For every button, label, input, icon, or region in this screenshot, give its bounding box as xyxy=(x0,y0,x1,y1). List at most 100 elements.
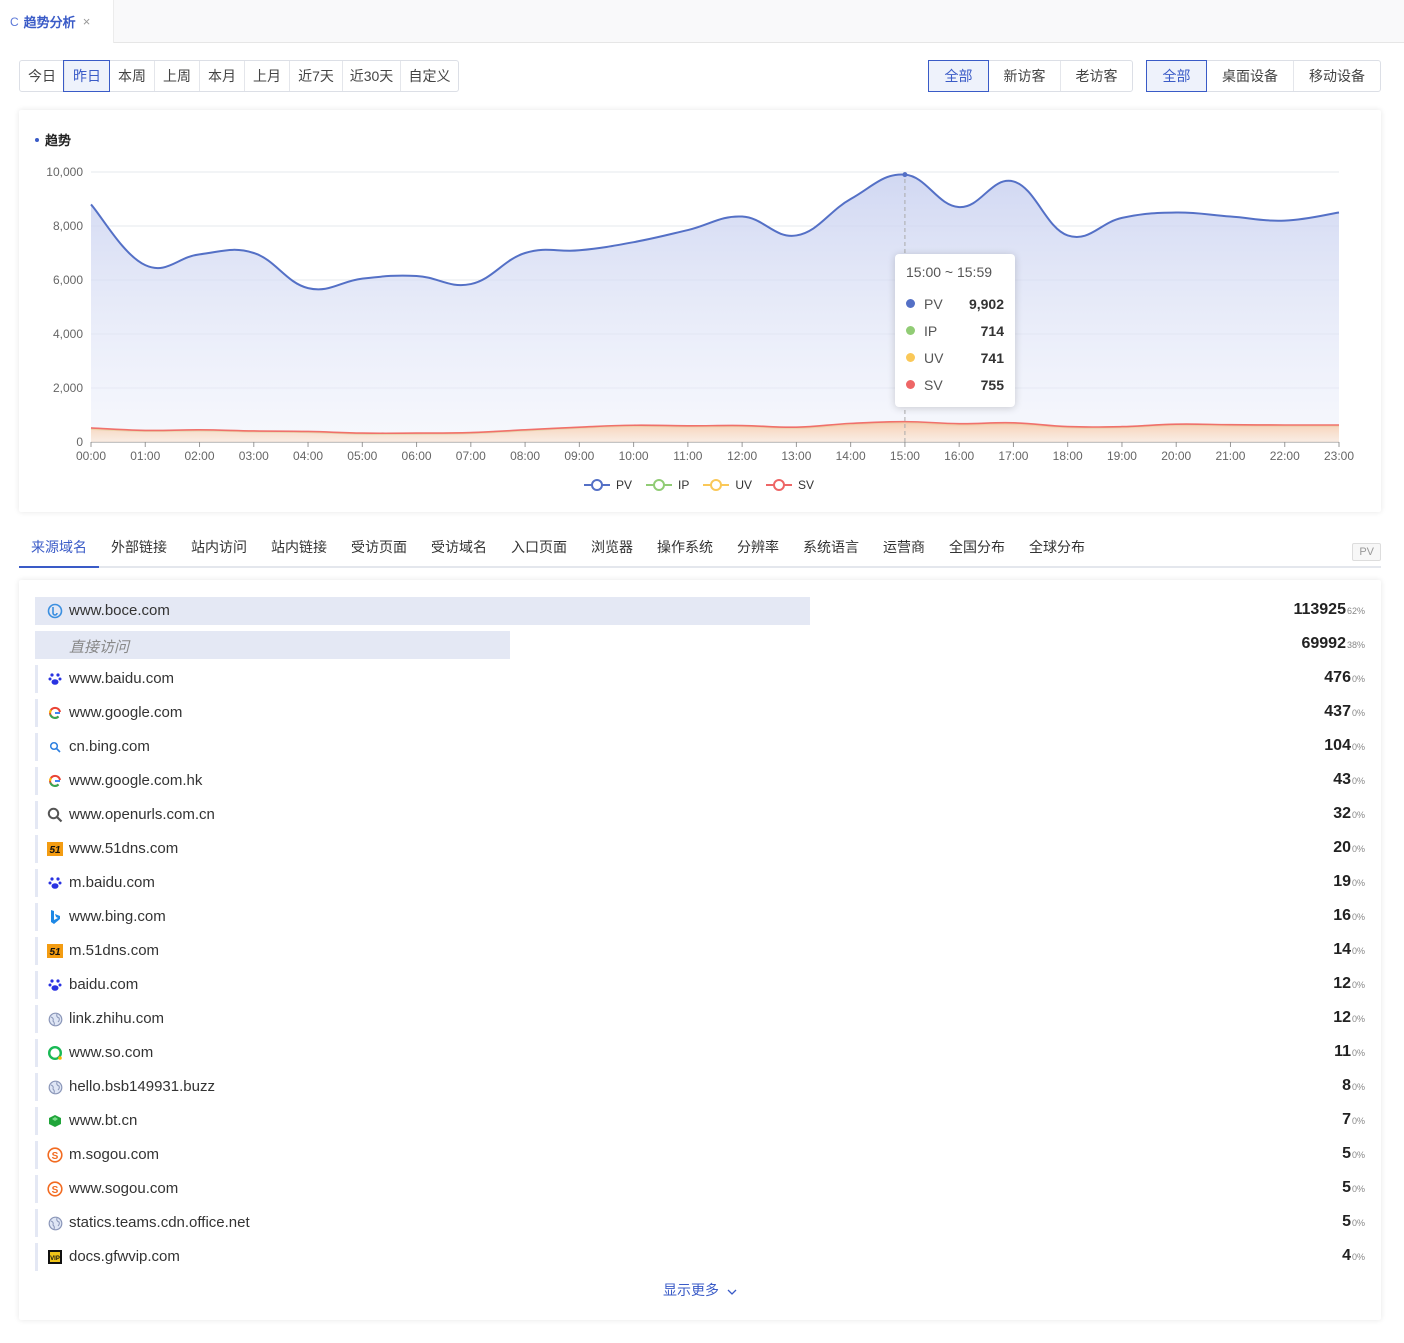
y-tick-label: 2,000 xyxy=(53,381,83,395)
date-range-option-2[interactable]: 本周 xyxy=(109,61,154,91)
source-tab-4[interactable]: 受访页面 xyxy=(339,530,419,566)
device-option-2[interactable]: 移动设备 xyxy=(1293,61,1380,91)
source-percent: 0% xyxy=(1351,1116,1365,1126)
source-tab-1[interactable]: 外部链接 xyxy=(99,530,179,566)
source-count: 16 xyxy=(1333,907,1351,924)
source-domain[interactable]: m.51dns.com xyxy=(69,942,159,959)
tab-trend-analysis[interactable]: C 趋势分析 × xyxy=(0,0,114,43)
trend-chart[interactable]: 0 2,000 4,000 6,000 8,000 10,000 00:00 01:00 02:… xyxy=(19,110,1381,512)
device-option-0[interactable]: 全部 xyxy=(1146,60,1207,92)
show-more-button[interactable]: 显示更多 xyxy=(19,1280,1381,1300)
source-row[interactable]: www.boce.com 113925 62% xyxy=(35,597,1365,625)
source-row[interactable]: www.openurls.com.cn 32 0% xyxy=(35,801,1365,829)
date-range-option-5[interactable]: 上月 xyxy=(244,61,289,91)
tooltip-row: UV 741 xyxy=(906,344,1004,371)
source-tab-10[interactable]: 系统语言 xyxy=(791,530,871,566)
source-count: 437 xyxy=(1324,703,1351,720)
legend-item-sv[interactable]: SV xyxy=(766,478,814,492)
source-tab-7[interactable]: 浏览器 xyxy=(579,530,645,566)
source-domain[interactable]: m.baidu.com xyxy=(69,874,155,891)
source-domain[interactable]: www.boce.com xyxy=(69,602,170,619)
source-row[interactable]: www.baidu.com 476 0% xyxy=(35,665,1365,693)
y-tick-label: 10,000 xyxy=(46,165,83,179)
source-row[interactable]: Sm.sogou.com 5 0% xyxy=(35,1141,1365,1169)
svg-text:VIP: VIP xyxy=(50,1256,60,1262)
source-tab-2[interactable]: 站内访问 xyxy=(179,530,259,566)
source-tab-5[interactable]: 受访域名 xyxy=(419,530,499,566)
reload-icon[interactable]: C xyxy=(10,15,19,29)
visitor-option-1[interactable]: 新访客 xyxy=(988,61,1060,91)
source-row[interactable]: www.so.com 11 0% xyxy=(35,1039,1365,1067)
source-domain[interactable]: m.sogou.com xyxy=(69,1146,159,1163)
source-domain[interactable]: statics.teams.cdn.office.net xyxy=(69,1214,250,1231)
source-tab-9[interactable]: 分辨率 xyxy=(725,530,791,566)
source-domain[interactable]: docs.gfwvip.com xyxy=(69,1248,180,1265)
date-range-option-6[interactable]: 近7天 xyxy=(289,61,342,91)
metric-tag[interactable]: PV xyxy=(1352,543,1381,561)
date-range-option-8[interactable]: 自定义 xyxy=(400,61,458,91)
source-domain[interactable]: hello.bsb149931.buzz xyxy=(69,1078,215,1095)
source-row[interactable]: 51 www.51dns.com 20 0% xyxy=(35,835,1365,863)
source-tab-0[interactable]: 来源域名 xyxy=(19,530,99,568)
tab-bar: C 趋势分析 × xyxy=(0,0,1404,43)
legend-item-ip[interactable]: IP xyxy=(645,478,689,492)
source-count: 4 xyxy=(1342,1247,1351,1264)
x-tick-label: 23:00 xyxy=(1324,449,1354,463)
source-domain[interactable]: www.51dns.com xyxy=(69,840,178,857)
visitor-option-2[interactable]: 老访客 xyxy=(1060,61,1132,91)
source-row[interactable]: 直接访问 69992 38% xyxy=(35,631,1365,659)
source-row[interactable]: link.zhihu.com 12 0% xyxy=(35,1005,1365,1033)
legend-marker-icon xyxy=(766,479,792,491)
source-tab-12[interactable]: 全国分布 xyxy=(937,530,1017,566)
source-row[interactable]: hello.bsb149931.buzz 8 0% xyxy=(35,1073,1365,1101)
tooltip-series-name: UV xyxy=(924,349,944,366)
source-row[interactable]: www.bing.com 16 0% xyxy=(35,903,1365,931)
source-domain[interactable]: www.baidu.com xyxy=(69,670,174,687)
date-range-option-4[interactable]: 本月 xyxy=(199,61,244,91)
source-tab-3[interactable]: 站内链接 xyxy=(259,530,339,566)
source-percent: 62% xyxy=(1346,606,1365,616)
source-row[interactable]: 51 m.51dns.com 14 0% xyxy=(35,937,1365,965)
share-bar xyxy=(35,665,38,693)
source-row[interactable]: statics.teams.cdn.office.net 5 0% xyxy=(35,1209,1365,1237)
source-row[interactable]: Swww.sogou.com 5 0% xyxy=(35,1175,1365,1203)
source-domain[interactable]: www.bing.com xyxy=(69,908,166,925)
source-row[interactable]: www.google.com.hk 43 0% xyxy=(35,767,1365,795)
close-icon[interactable]: × xyxy=(83,14,91,29)
source-count: 104 xyxy=(1324,737,1351,754)
source-domain[interactable]: www.bt.cn xyxy=(69,1112,137,1129)
date-range-group: 今日 昨日 本周 上周 本月 上月 近7天 近30天 自定义 xyxy=(19,60,459,92)
source-row[interactable]: baidu.com 12 0% xyxy=(35,971,1365,999)
date-range-option-3[interactable]: 上周 xyxy=(154,61,199,91)
share-bar xyxy=(35,767,38,795)
source-row[interactable]: VIP docs.gfwvip.com 4 0% xyxy=(35,1243,1365,1271)
source-row[interactable]: cn.bing.com 104 0% xyxy=(35,733,1365,761)
source-metric: 12 0% xyxy=(1333,975,1365,993)
source-domain[interactable]: link.zhihu.com xyxy=(69,1010,164,1027)
date-range-option-0[interactable]: 今日 xyxy=(20,61,64,91)
source-tab-8[interactable]: 操作系统 xyxy=(645,530,725,566)
source-domain[interactable]: www.sogou.com xyxy=(69,1180,178,1197)
source-domain[interactable]: cn.bing.com xyxy=(69,738,150,755)
source-row[interactable]: www.bt.cn 7 0% xyxy=(35,1107,1365,1135)
source-tab-11[interactable]: 运营商 xyxy=(871,530,937,566)
bing-icon xyxy=(47,909,63,925)
source-domain[interactable]: www.google.com.hk xyxy=(69,772,202,789)
source-tab-6[interactable]: 入口页面 xyxy=(499,530,579,566)
legend-item-uv[interactable]: UV xyxy=(703,478,752,492)
source-domain[interactable]: www.google.com xyxy=(69,704,182,721)
legend-item-pv[interactable]: PV xyxy=(583,478,632,492)
source-domain[interactable]: www.so.com xyxy=(69,1044,153,1061)
source-metric: 4 0% xyxy=(1342,1247,1365,1265)
device-option-1[interactable]: 桌面设备 xyxy=(1206,61,1293,91)
source-row[interactable]: m.baidu.com 19 0% xyxy=(35,869,1365,897)
date-range-option-7[interactable]: 近30天 xyxy=(342,61,400,91)
source-row[interactable]: www.google.com 437 0% xyxy=(35,699,1365,727)
source-metric: 5 0% xyxy=(1342,1179,1365,1197)
source-tab-13[interactable]: 全球分布 xyxy=(1017,530,1097,566)
visitor-option-0[interactable]: 全部 xyxy=(928,60,989,92)
date-range-option-1[interactable]: 昨日 xyxy=(63,60,110,92)
source-domain[interactable]: www.openurls.com.cn xyxy=(69,806,215,823)
source-count: 19 xyxy=(1333,873,1351,890)
source-domain[interactable]: baidu.com xyxy=(69,976,138,993)
